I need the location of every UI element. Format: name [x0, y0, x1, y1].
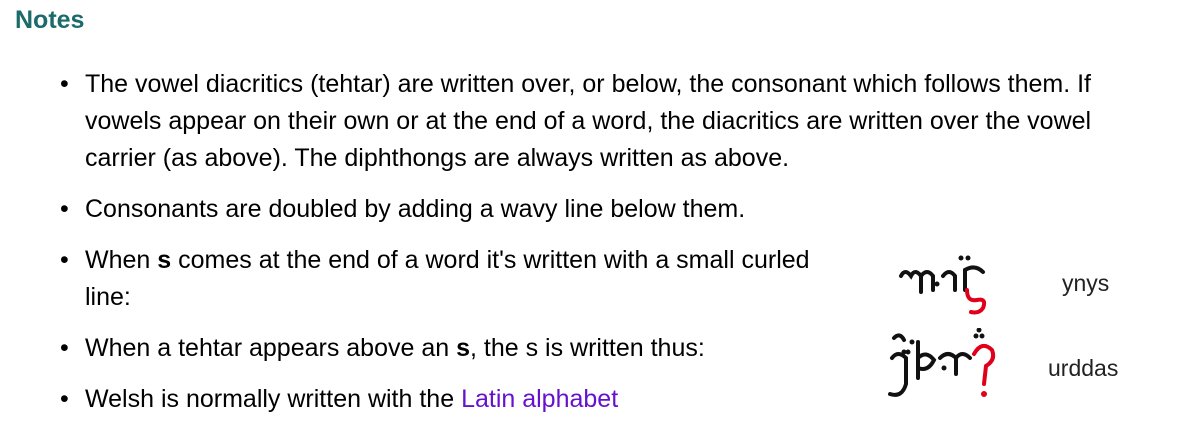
section-heading: Notes: [15, 6, 85, 34]
example-label-ynys: ynys: [1062, 270, 1110, 296]
note-item-final-s: When s comes at the end of a word it's w…: [60, 242, 845, 316]
tengwar-example-ynys-image: [895, 250, 995, 315]
bold-letter-s: s: [456, 334, 470, 362]
note-text: When a tehtar appears above an: [85, 334, 457, 362]
latin-alphabet-link[interactable]: Latin alphabet: [461, 385, 618, 413]
note-text: Welsh is normally written with the: [85, 385, 462, 413]
bold-letter-s: s: [157, 246, 172, 274]
note-item-doubled-consonants: Consonants are doubled by adding a wavy …: [60, 191, 1150, 228]
note-text: comes at the end of a word it's written …: [85, 246, 810, 311]
note-item-vowel-diacritics: The vowel diacritics (tehtar) are writte…: [60, 66, 1150, 177]
note-text: Consonants are doubled by adding a wavy …: [85, 195, 746, 223]
note-text: , the s is written thus:: [470, 334, 705, 362]
note-text: When: [85, 246, 158, 274]
tengwar-example-urddas-image: [878, 328, 1003, 408]
note-item-tehtar-above-s: When a tehtar appears above an s, the s …: [60, 330, 845, 367]
note-item-welsh-alphabet: Welsh is normally written with the Latin…: [60, 381, 845, 418]
example-label-urddas: urddas: [1048, 355, 1119, 381]
note-text: The vowel diacritics (tehtar) are writte…: [85, 70, 1092, 172]
